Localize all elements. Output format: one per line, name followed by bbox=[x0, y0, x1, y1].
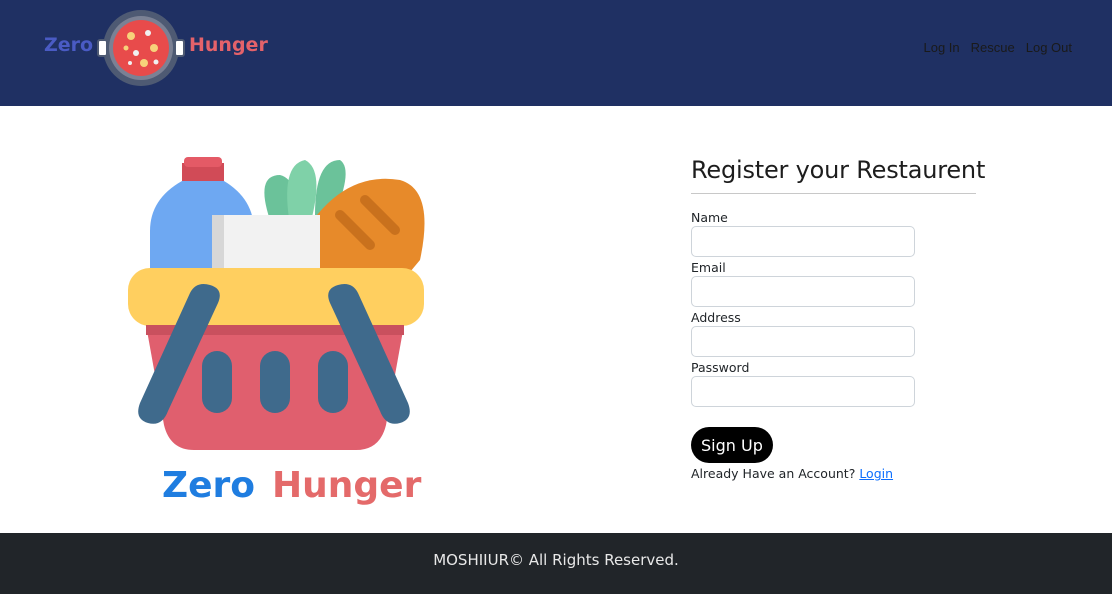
name-label: Name bbox=[691, 210, 728, 225]
nav-links: Log In Rescue Log Out bbox=[924, 40, 1073, 55]
brand-word-zero: Zero bbox=[44, 34, 94, 56]
hero-caption-hunger: Hunger bbox=[272, 465, 422, 506]
brand-word-hunger: Hunger bbox=[189, 34, 268, 56]
footer-copyright: MOSHIIUR© All Rights Reserved. bbox=[433, 550, 679, 569]
email-input[interactable] bbox=[691, 276, 915, 307]
register-form: Register your Restaurent Name Email Addr… bbox=[691, 156, 991, 481]
grocery-basket-illustration: Zero Hunger bbox=[128, 157, 425, 506]
nav-link-rescue[interactable]: Rescue bbox=[971, 40, 1015, 55]
login-prompt-text: Already Have an Account? bbox=[691, 466, 856, 481]
plate-logo-icon bbox=[97, 10, 185, 86]
email-label: Email bbox=[691, 260, 726, 275]
login-link[interactable]: Login bbox=[859, 466, 893, 481]
address-label: Address bbox=[691, 310, 741, 325]
address-field-group: Address bbox=[691, 309, 991, 357]
name-input[interactable] bbox=[691, 226, 915, 257]
email-field-group: Email bbox=[691, 259, 991, 307]
address-input[interactable] bbox=[691, 326, 915, 357]
navbar: Zero Hunger Log In Rescue Log Out bbox=[0, 0, 1112, 106]
password-field-group: Password bbox=[691, 359, 991, 407]
password-input[interactable] bbox=[691, 376, 915, 407]
form-title: Register your Restaurent bbox=[691, 156, 985, 194]
nav-link-log-in[interactable]: Log In bbox=[924, 40, 960, 55]
footer: MOSHIIUR© All Rights Reserved. bbox=[0, 533, 1112, 594]
nav-link-log-out[interactable]: Log Out bbox=[1026, 40, 1072, 55]
password-label: Password bbox=[691, 360, 750, 375]
login-prompt: Already Have an Account? Login bbox=[691, 466, 991, 481]
name-field-group: Name bbox=[691, 209, 991, 257]
hero-caption-zero: Zero bbox=[162, 465, 255, 506]
brand-logo-link[interactable]: Zero Hunger bbox=[44, 8, 274, 88]
sign-up-button[interactable]: Sign Up bbox=[691, 427, 773, 463]
